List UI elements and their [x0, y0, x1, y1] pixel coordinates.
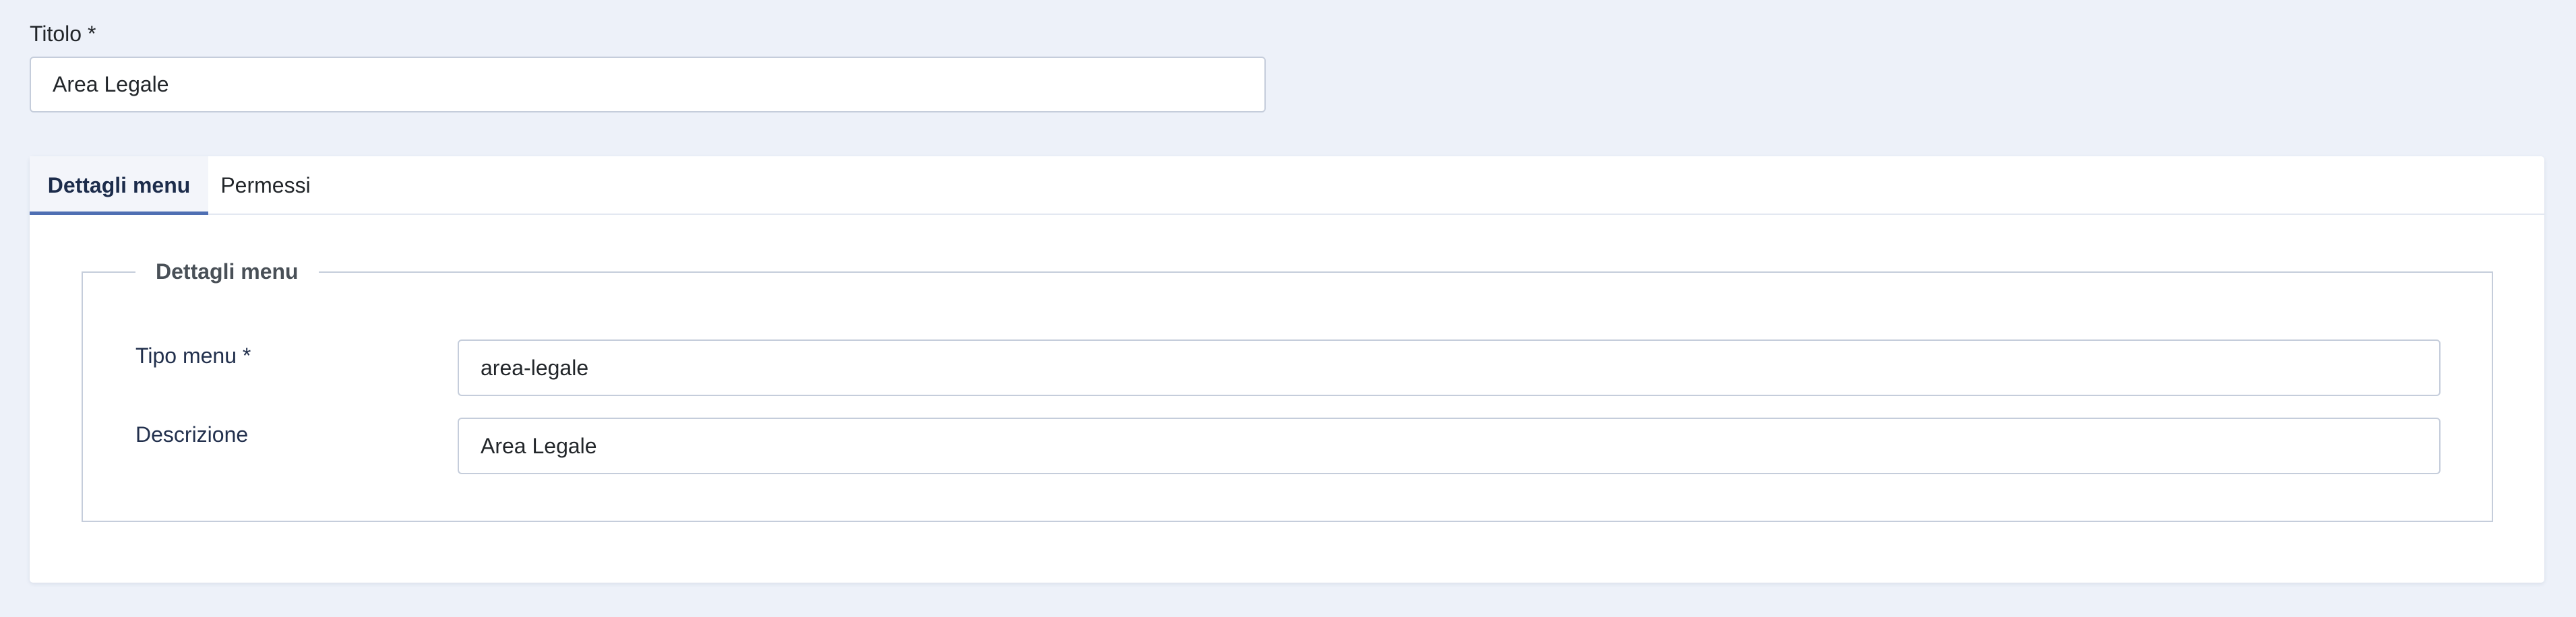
description-label: Descrizione	[135, 422, 249, 447]
tab-bar: Dettagli menu Permessi	[30, 156, 2544, 215]
menu-type-input[interactable]	[458, 339, 2441, 396]
menu-card: Dettagli menu Permessi Dettagli menu Tip…	[30, 156, 2544, 583]
title-input[interactable]	[30, 57, 1266, 112]
description-input[interactable]	[458, 418, 2441, 474]
tab-permissions[interactable]: Permessi	[208, 156, 323, 215]
fieldset-legend: Dettagli menu	[135, 257, 319, 286]
menu-type-label: Tipo menu *	[135, 344, 251, 368]
menu-details-fieldset: Dettagli menu Tipo menu * Descrizione	[82, 257, 2493, 522]
title-label: Titolo *	[30, 22, 96, 46]
tab-menu-details[interactable]: Dettagli menu	[30, 156, 208, 215]
